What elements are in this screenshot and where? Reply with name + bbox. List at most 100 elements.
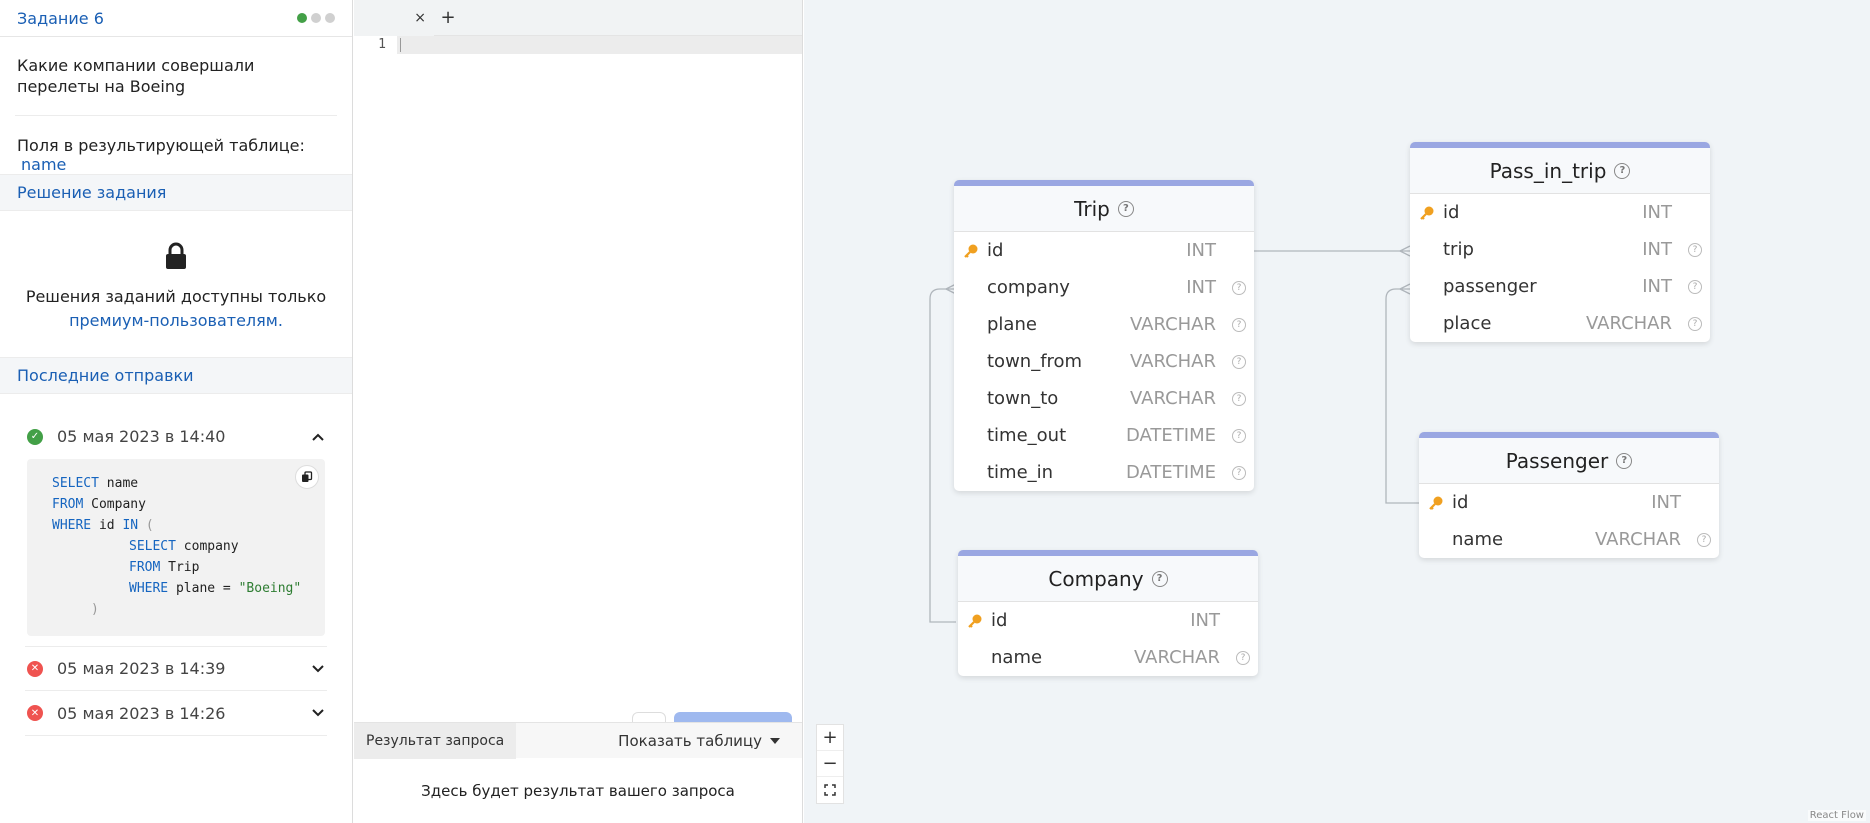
show-table-toggle[interactable]: Показать таблицу [618,732,802,750]
locked-text: Решения заданий доступны только [25,287,327,306]
code-text: id [91,518,123,533]
solution-locked: Решения заданий доступны только премиум-… [0,211,352,357]
code-line: FROM Trip [52,557,325,578]
relation-edge [929,288,956,623]
code-text: Company [83,497,146,512]
column-name: id [991,610,1008,631]
code-keyword: FROM [129,560,161,575]
column-type: VARCHAR [1129,314,1216,335]
task-header: Задание 6 [0,0,352,37]
table-name: Passenger [1505,448,1609,473]
table-name: Company [1048,566,1144,591]
code-line: ) [52,599,325,620]
column-row: trip INT ? [1410,231,1710,268]
result-tab[interactable]: Результат запроса [354,722,517,759]
column-row: id INT [1410,194,1710,231]
copy-button[interactable] [295,465,319,489]
code-paren: ) [91,602,99,617]
table-header: Company ? [958,556,1258,602]
chevron-up-icon[interactable] [311,430,325,444]
column-name: place [1443,313,1492,334]
result-fields-label: Поля в результирующей таблице: [17,136,305,155]
add-tab-button[interactable]: + [434,7,462,28]
help-icon[interactable]: ? [1697,532,1711,547]
column-name: time_out [987,425,1067,446]
help-icon[interactable]: ? [1688,242,1702,257]
help-icon[interactable]: ? [1232,428,1246,443]
locked-message: Решения заданий доступны только премиум-… [26,285,326,333]
help-icon[interactable]: ? [1232,391,1246,406]
column-name: passenger [1443,276,1537,297]
close-icon[interactable]: × [414,10,426,26]
code-line: WHERE plane = "Boeing" [52,578,325,599]
column-row: time_out DATETIME ? [954,417,1254,454]
column-row: id INT [1419,484,1719,521]
column-name: town_to [987,388,1059,409]
table-header: Trip ? [954,186,1254,232]
er-diagram-canvas[interactable]: Trip ? id INT company INT ? plane VARCHA… [804,0,1870,823]
progress-dot [325,13,335,23]
react-flow-attribution[interactable]: React Flow [1807,810,1866,821]
help-icon[interactable]: ? [1232,354,1246,369]
column-row: town_from VARCHAR ? [954,343,1254,380]
table-node-company[interactable]: Company ? id INT name VARCHAR ? [958,550,1258,676]
table-node-passenger[interactable]: Passenger ? id INT name VARCHAR ? [1419,432,1719,558]
help-icon[interactable]: ? [1614,162,1631,179]
help-icon[interactable]: ? [1616,452,1633,469]
chevron-down-icon[interactable] [311,662,325,676]
result-fields: Поля в результирующей таблице: name [0,116,352,174]
progress-dot-done [297,13,307,23]
success-icon: ✓ [27,428,43,445]
line-number: 1 [378,37,386,52]
help-icon[interactable]: ? [1232,317,1246,332]
column-type: INT [1642,276,1672,297]
table-node-trip[interactable]: Trip ? id INT company INT ? plane VARCHA… [954,180,1254,491]
column-name: name [991,647,1043,668]
progress-dots [297,13,335,23]
code-keyword: WHERE [52,518,92,533]
solution-header[interactable]: Решение задания [0,174,352,211]
help-icon[interactable]: ? [1688,316,1702,331]
chevron-down-icon[interactable] [311,706,325,720]
help-icon[interactable]: ? [1236,650,1250,665]
fit-view-button[interactable] [817,777,843,803]
help-icon[interactable]: ? [1232,465,1246,480]
result-placeholder: Здесь будет результат вашего запроса [421,782,735,800]
editor-tab[interactable]: × [354,0,434,36]
column-name: id [1452,492,1469,513]
text-cursor [400,38,401,52]
table-node-pass-in-trip[interactable]: Pass_in_trip ? id INT trip INT ? passeng… [1410,142,1710,342]
column-type: INT [1651,492,1681,513]
result-field-name: name [21,155,67,174]
table-header: Passenger ? [1419,438,1719,484]
zoom-controls: + − [816,724,844,804]
help-icon[interactable]: ? [1232,280,1246,295]
column-type: INT [1186,240,1216,261]
key-icon [1420,206,1434,220]
error-icon: ✕ [27,705,43,721]
column-type: DATETIME [1125,462,1216,483]
help-icon[interactable]: ? [1151,570,1168,587]
column-row: company INT ? [954,269,1254,306]
progress-dot [311,13,321,23]
code-keyword: IN [122,518,139,533]
sql-editor[interactable]: 1 Отправить [354,36,802,746]
help-icon[interactable]: ? [1117,200,1134,217]
submission-item[interactable]: ✕ 05 мая 2023 в 14:26 [25,691,327,736]
submissions-header: Последние отправки [0,357,352,394]
code-paren: ( [138,518,154,533]
column-name: name [1452,529,1504,550]
zoom-out-button[interactable]: − [817,751,843,777]
code-keyword: SELECT [129,539,176,554]
submission-item[interactable]: ✓ 05 мая 2023 в 14:40 [25,414,327,459]
help-icon[interactable]: ? [1688,279,1702,294]
submission-date: 05 мая 2023 в 14:26 [57,703,226,723]
column-name: town_from [987,351,1083,372]
submission-code: SELECT name FROM Company WHERE id IN ( S… [27,459,325,636]
task-title: Задание 6 [17,8,104,28]
code-keyword: SELECT [52,476,99,491]
premium-link[interactable]: премиум-пользователям. [26,309,326,333]
submission-item[interactable]: ✕ 05 мая 2023 в 14:39 [25,646,327,691]
key-icon [968,614,982,628]
zoom-in-button[interactable]: + [817,725,843,751]
